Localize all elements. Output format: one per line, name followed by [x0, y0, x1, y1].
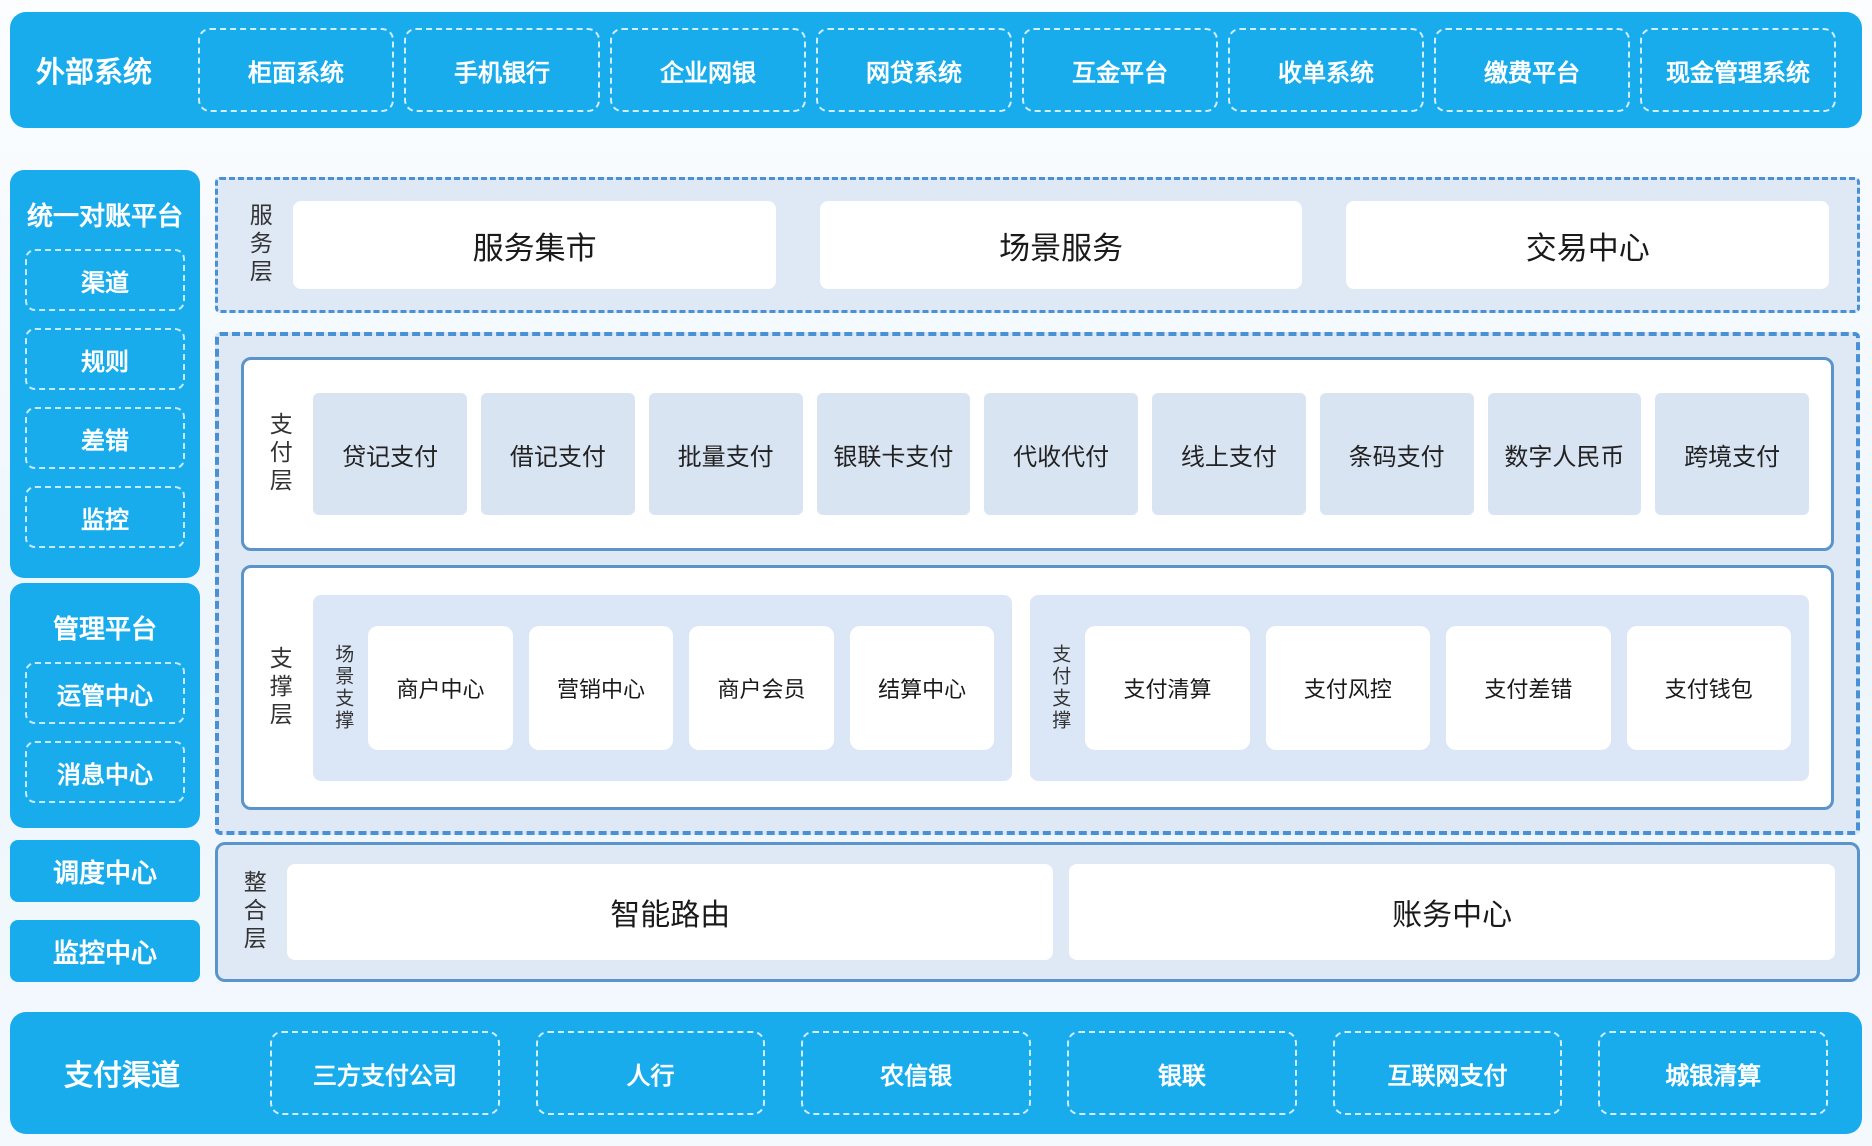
- reconciliation-items: 渠道规则差错监控: [25, 249, 185, 548]
- payment-node: 借记支付: [481, 393, 635, 515]
- standalone-centers: 调度中心监控中心: [10, 840, 200, 982]
- external-systems-label: 外部系统: [36, 49, 164, 91]
- reconciliation-platform-panel: 统一对账平台 渠道规则差错监控: [10, 170, 200, 578]
- payment-channels-items: 三方支付公司人行农信银银联互联网支付城银清算: [270, 1031, 1828, 1115]
- payment-node: 跨境支付: [1655, 393, 1809, 515]
- scene-support-group: 场景支撑 商户中心营销中心商户会员结算中心: [313, 595, 1012, 781]
- support-groups: 场景支撑 商户中心营销中心商户会员结算中心 支付支撑 支付清算支付风控支付差错支…: [313, 595, 1809, 781]
- scene-support-node: 营销中心: [529, 626, 674, 750]
- payment-node: 数字人民币: [1488, 393, 1642, 515]
- payment-node: 线上支付: [1152, 393, 1306, 515]
- management-items: 运管中心消息中心: [25, 662, 185, 803]
- payment-channel-node: 银联: [1067, 1031, 1297, 1115]
- payment-node: 代收代付: [984, 393, 1138, 515]
- service-layer: 服务层 服务集市场景服务交易中心: [215, 177, 1860, 313]
- service-node: 场景服务: [820, 201, 1303, 289]
- external-system-node: 现金管理系统: [1640, 28, 1836, 112]
- payment-channel-node: 农信银: [801, 1031, 1031, 1115]
- payment-support-node: 支付风控: [1266, 626, 1430, 750]
- reconciliation-platform-title: 统一对账平台: [25, 182, 185, 249]
- management-platform-panel: 管理平台 运管中心消息中心: [10, 583, 200, 828]
- service-layer-label: 服务层: [246, 203, 271, 287]
- payment-layer-items: 贷记支付借记支付批量支付银联卡支付代收代付线上支付条码支付数字人民币跨境支付: [313, 393, 1809, 515]
- payment-layer: 支付层 贷记支付借记支付批量支付银联卡支付代收代付线上支付条码支付数字人民币跨境…: [241, 357, 1834, 551]
- reconciliation-node: 差错: [25, 407, 185, 469]
- reconciliation-node: 监控: [25, 486, 185, 548]
- scene-support-label: 场景支撑: [331, 644, 352, 732]
- support-layer-label: 支撑层: [266, 646, 291, 730]
- payment-support-container: 支付层 贷记支付借记支付批量支付银联卡支付代收代付线上支付条码支付数字人民币跨境…: [215, 332, 1860, 835]
- service-node: 交易中心: [1346, 201, 1829, 289]
- standalone-center-node: 监控中心: [10, 920, 200, 982]
- payment-node: 批量支付: [649, 393, 803, 515]
- external-system-node: 手机银行: [404, 28, 600, 112]
- external-system-node: 缴费平台: [1434, 28, 1630, 112]
- payment-platform-architecture-diagram: 外部系统 柜面系统手机银行企业网银网贷系统互金平台收单系统缴费平台现金管理系统 …: [0, 0, 1872, 1146]
- payment-support-group: 支付支撑 支付清算支付风控支付差错支付钱包: [1030, 595, 1809, 781]
- management-platform-title: 管理平台: [25, 595, 185, 662]
- external-systems-bar: 外部系统 柜面系统手机银行企业网银网贷系统互金平台收单系统缴费平台现金管理系统: [10, 12, 1862, 128]
- payment-support-label: 支付支撑: [1048, 644, 1069, 732]
- external-system-node: 企业网银: [610, 28, 806, 112]
- service-layer-items: 服务集市场景服务交易中心: [293, 201, 1829, 289]
- scene-support-items: 商户中心营销中心商户会员结算中心: [368, 626, 994, 750]
- integration-node: 账务中心: [1069, 864, 1835, 960]
- scene-support-node: 结算中心: [850, 626, 995, 750]
- payment-support-node: 支付钱包: [1627, 626, 1791, 750]
- payment-channel-node: 人行: [536, 1031, 766, 1115]
- integration-node: 智能路由: [287, 864, 1053, 960]
- reconciliation-node: 渠道: [25, 249, 185, 311]
- external-system-node: 收单系统: [1228, 28, 1424, 112]
- external-system-node: 互金平台: [1022, 28, 1218, 112]
- external-system-node: 网贷系统: [816, 28, 1012, 112]
- payment-support-node: 支付差错: [1446, 626, 1610, 750]
- reconciliation-node: 规则: [25, 328, 185, 390]
- payment-channels-bar: 支付渠道 三方支付公司人行农信银银联互联网支付城银清算: [10, 1012, 1862, 1134]
- payment-node: 条码支付: [1320, 393, 1474, 515]
- integration-layer-items: 智能路由账务中心: [287, 864, 1835, 960]
- payment-node: 银联卡支付: [817, 393, 971, 515]
- payment-channels-label: 支付渠道: [64, 1052, 192, 1094]
- payment-node: 贷记支付: [313, 393, 467, 515]
- integration-layer-label: 整合层: [240, 870, 265, 954]
- management-node: 消息中心: [25, 741, 185, 803]
- scene-support-node: 商户会员: [689, 626, 834, 750]
- payment-channel-node: 互联网支付: [1333, 1031, 1563, 1115]
- payment-layer-label: 支付层: [266, 412, 291, 496]
- scene-support-node: 商户中心: [368, 626, 513, 750]
- external-systems-items: 柜面系统手机银行企业网银网贷系统互金平台收单系统缴费平台现金管理系统: [198, 28, 1836, 112]
- management-node: 运管中心: [25, 662, 185, 724]
- payment-support-node: 支付清算: [1085, 626, 1249, 750]
- external-system-node: 柜面系统: [198, 28, 394, 112]
- payment-channel-node: 城银清算: [1598, 1031, 1828, 1115]
- service-node: 服务集市: [293, 201, 776, 289]
- integration-layer: 整合层 智能路由账务中心: [215, 842, 1860, 982]
- standalone-center-node: 调度中心: [10, 840, 200, 902]
- payment-channel-node: 三方支付公司: [270, 1031, 500, 1115]
- support-layer: 支撑层 场景支撑 商户中心营销中心商户会员结算中心 支付支撑 支付清算支付风控支…: [241, 565, 1834, 810]
- payment-support-items: 支付清算支付风控支付差错支付钱包: [1085, 626, 1791, 750]
